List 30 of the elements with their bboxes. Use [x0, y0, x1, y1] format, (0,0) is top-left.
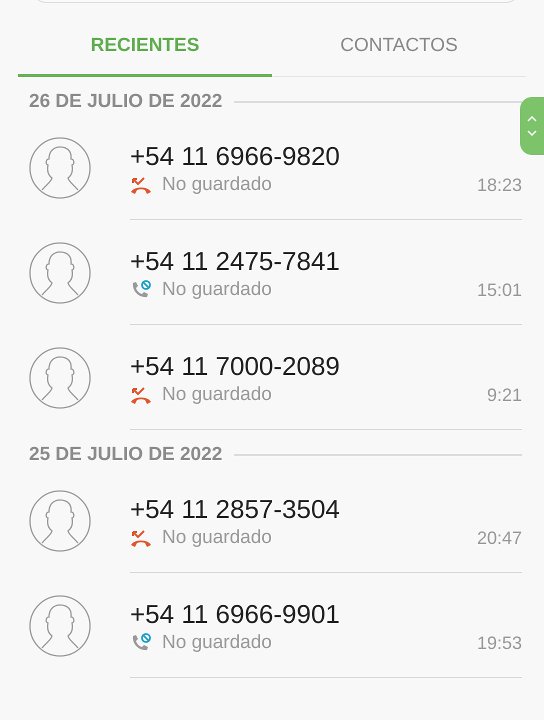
- chevron-up-icon: [527, 116, 537, 122]
- phone-number: +54 11 2475-7841: [130, 245, 341, 277]
- contact-status: No guardado: [162, 279, 272, 301]
- phone-number: +54 11 7000-2089: [130, 350, 341, 382]
- contact-status: No guardado: [162, 384, 272, 406]
- call-log-item[interactable]: +54 11 6966-9820 No guardado 18:23: [29, 115, 544, 220]
- contact-status: No guardado: [162, 174, 272, 196]
- call-time: 15:01: [476, 280, 522, 300]
- call-log-item[interactable]: +54 11 6966-9901 No guardado 19:53: [29, 573, 544, 678]
- avatar-icon: [29, 242, 91, 304]
- call-log-item[interactable]: +54 11 7000-2089 No guardado 9:21: [29, 325, 544, 430]
- avatar-icon: [29, 594, 91, 656]
- date-header: 26 DE JULIO DE 2022: [29, 91, 222, 113]
- chevron-down-icon: [527, 130, 537, 136]
- phone-number: +54 11 6966-9901: [130, 598, 341, 630]
- call-log-item[interactable]: +54 11 2475-7841 No guardado 15:01: [29, 220, 544, 325]
- scroll-handle[interactable]: [520, 97, 544, 155]
- avatar-icon: [29, 136, 91, 198]
- call-log-item[interactable]: +54 11 2857-3504 No guardado 20:47: [29, 468, 544, 573]
- avatar-icon: [29, 490, 91, 552]
- phone-number: +54 11 6966-9820: [130, 140, 341, 172]
- call-time: 20:47: [476, 528, 522, 548]
- phone-number: +54 11 2857-3504: [130, 493, 341, 525]
- call-time: 18:23: [476, 174, 522, 196]
- avatar-icon: [29, 346, 91, 408]
- contact-status: No guardado: [162, 632, 272, 654]
- call-time: 9:21: [486, 384, 522, 406]
- date-header: 25 DE JULIO DE 2022: [29, 444, 222, 466]
- contact-status: No guardado: [162, 527, 272, 549]
- call-time: 19:53: [476, 632, 522, 654]
